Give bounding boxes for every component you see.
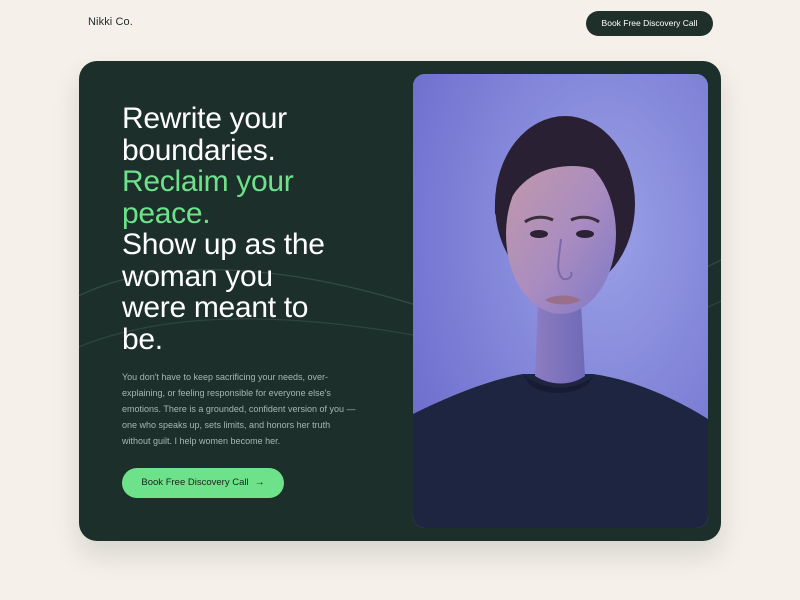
portrait-illustration (413, 74, 708, 528)
headline-line: woman you (122, 259, 273, 293)
arrow-right-icon: → (254, 477, 265, 488)
hero-card: Rewrite your boundaries. Reclaim your pe… (79, 61, 721, 541)
book-call-nav-button[interactable]: Book Free Discovery Call (586, 11, 713, 36)
headline-line: Show up as the (122, 228, 325, 261)
hero-button-label: Book Free Discovery Call (141, 477, 249, 488)
headline-accent-line: Reclaim your (122, 165, 294, 198)
portrait-photo (413, 74, 708, 528)
headline-accent-line: peace. (122, 196, 211, 230)
brand-logo[interactable]: Nikki Co. (88, 16, 133, 28)
top-nav: Nikki Co. Book Free Discovery Call (0, 0, 800, 46)
headline-line: be. (122, 322, 163, 356)
headline-line: boundaries. (122, 133, 276, 167)
headline-line: were meant to (122, 291, 309, 324)
book-call-hero-button[interactable]: Book Free Discovery Call → (122, 468, 284, 498)
headline-line: Rewrite your (122, 102, 287, 135)
hero-description: You don't have to keep sacrificing your … (122, 372, 356, 446)
landing-page: Nikki Co. Book Free Discovery Call Rewri… (0, 0, 800, 600)
hero-headline: Rewrite your boundaries. Reclaim your pe… (122, 103, 382, 355)
